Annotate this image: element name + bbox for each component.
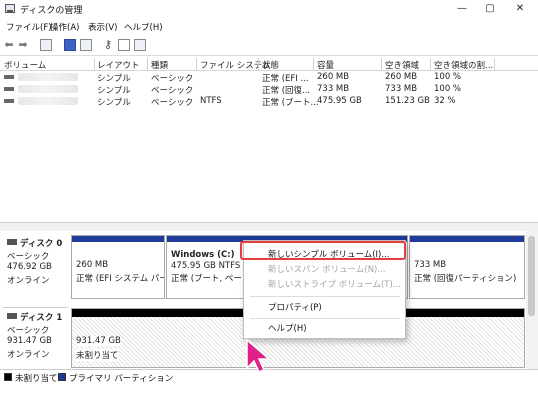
disk1-size: 931.47 GB <box>7 336 52 346</box>
close-button[interactable]: ✕ <box>510 2 530 16</box>
partition-size: 733 MB <box>414 260 447 270</box>
table-row[interactable]: シンプル ベーシック NTFS 正常 (ブート... 475.95 GB 151… <box>0 96 538 108</box>
back-icon[interactable]: ⬅ <box>3 39 15 51</box>
menu-item-new-striped-volume: 新しいストライプ ボリューム(T)... <box>268 280 401 290</box>
table-row[interactable]: シンプル ベーシック 正常 (EFI ... 260 MB 260 MB 100… <box>0 72 538 84</box>
cell-capacity: 260 MB <box>317 72 350 82</box>
cell-free-percent: 100 % <box>434 84 462 94</box>
cell-capacity: 733 MB <box>317 84 350 94</box>
col-capacity[interactable]: 容量 <box>317 59 334 71</box>
disk0-size: 476.92 GB <box>7 262 52 272</box>
disk-icon <box>7 239 17 245</box>
partition-size: 260 MB <box>76 260 109 270</box>
maximize-button[interactable]: ▢ <box>480 2 500 16</box>
cell-filesystem: NTFS <box>200 96 222 106</box>
unallocated-size: 931.47 GB <box>76 336 121 346</box>
cell-free-space: 151.23 GB <box>385 96 430 106</box>
cell-layout: シンプル <box>97 86 131 96</box>
disk1-name: ディスク 1 <box>20 313 63 323</box>
disk1-type: ベーシック <box>7 326 50 336</box>
col-type[interactable]: 種類 <box>151 59 168 71</box>
title-bar: ディスクの管理 — ▢ ✕ <box>0 0 538 18</box>
menu-item-properties[interactable]: プロパティ(P) <box>244 302 405 315</box>
partition-status: 正常 (EFI システム パーティ <box>76 274 164 284</box>
key-icon[interactable]: ⚷ <box>102 39 114 51</box>
toolbar: ⬅ ➡ ⚷ <box>0 35 538 56</box>
cell-capacity: 475.95 GB <box>317 96 362 106</box>
disk0-status: オンライン <box>7 276 50 286</box>
col-status[interactable]: 状態 <box>262 59 279 71</box>
forward-icon[interactable]: ➡ <box>17 39 29 51</box>
disk0-name: ディスク 0 <box>20 239 63 249</box>
cell-status: 正常 (EFI ... <box>262 74 309 84</box>
cell-layout: シンプル <box>97 74 131 84</box>
unallocated-label: 未割り当て <box>76 349 119 361</box>
volume-icon <box>4 99 14 103</box>
partition-name: Windows (C:) <box>171 250 235 260</box>
menu-file[interactable]: ファイル(F) <box>6 21 52 33</box>
cell-type: ベーシック <box>151 98 194 108</box>
col-free-space[interactable]: 空き領域 <box>385 59 419 71</box>
cell-status: 正常 (回復... <box>262 86 311 96</box>
disk0-label[interactable]: ディスク 0 ベーシック 476.92 GB オンライン <box>3 235 68 302</box>
partition-status: 正常 (ブート, ページ ファ <box>171 274 241 284</box>
menu-item-new-spanned-volume: 新しいスパン ボリューム(N)... <box>268 265 386 275</box>
col-layout[interactable]: レイアウト <box>97 59 140 71</box>
volume-list-header: ボリューム レイアウト 種類 ファイル システム 状態 容量 空き領域 空き領域… <box>0 58 538 71</box>
cell-free-percent: 32 % <box>434 96 456 106</box>
partition-recovery[interactable]: 733 MB 正常 (回復パーティション) <box>409 235 525 299</box>
disk1-label[interactable]: ディスク 1 ベーシック 931.47 GB オンライン <box>3 307 68 368</box>
disk0-type: ベーシック <box>7 252 50 262</box>
window-title: ディスクの管理 <box>20 6 83 16</box>
cell-status: 正常 (ブート... <box>262 98 319 108</box>
disk-management-app-icon <box>5 4 15 13</box>
volume-name-redacted <box>18 73 78 81</box>
unallocated-swatch <box>4 373 12 381</box>
minimize-button[interactable]: — <box>452 2 472 16</box>
highlight-box <box>240 241 406 260</box>
menu-action[interactable]: 操作(A) <box>50 21 79 33</box>
partition-size: 475.95 GB NTFS <box>171 261 241 271</box>
volume-icon <box>4 87 14 91</box>
scrollbar-thumb[interactable] <box>528 236 535 316</box>
console-tree-icon[interactable] <box>40 39 52 51</box>
cell-type: ベーシック <box>151 74 194 84</box>
cell-free-space: 260 MB <box>385 72 418 82</box>
primary-partition-bar <box>410 236 524 242</box>
col-free-percent[interactable]: 空き領域の割... <box>434 59 493 71</box>
cell-type: ベーシック <box>151 86 194 96</box>
checklist-icon[interactable] <box>118 39 130 51</box>
pointer-cursor-icon <box>246 338 272 373</box>
primary-partition-swatch <box>58 373 66 381</box>
volume-name-redacted <box>18 85 78 93</box>
menu-view[interactable]: 表示(V) <box>88 21 117 33</box>
disk1-status: オンライン <box>7 350 50 360</box>
primary-partition-bar <box>72 236 164 242</box>
view-icon[interactable] <box>134 39 146 51</box>
properties-icon[interactable] <box>80 39 92 51</box>
col-volume[interactable]: ボリューム <box>4 59 46 71</box>
menu-item-help[interactable]: ヘルプ(H) <box>244 323 405 336</box>
table-row[interactable]: シンプル ベーシック 正常 (回復... 733 MB 733 MB 100 % <box>0 84 538 96</box>
volume-icon <box>4 75 14 79</box>
col-filesystem[interactable]: ファイル システム <box>200 59 270 71</box>
cell-free-percent: 100 % <box>434 72 462 82</box>
help-icon[interactable] <box>64 39 76 51</box>
cell-free-space: 733 MB <box>385 84 418 94</box>
partition-status: 正常 (回復パーティション) <box>414 274 517 284</box>
menu-bar: ファイル(F) 操作(A) 表示(V) ヘルプ(H) <box>0 18 538 34</box>
menu-help[interactable]: ヘルプ(H) <box>124 21 163 33</box>
legend-primary-partition: プライマリ パーティション <box>69 374 174 384</box>
menu-separator <box>250 318 400 319</box>
cell-layout: シンプル <box>97 98 131 108</box>
partition-efi[interactable]: 260 MB 正常 (EFI システム パーティ <box>71 235 165 299</box>
volume-name-redacted <box>18 97 78 105</box>
disk-icon <box>7 313 17 319</box>
legend-unallocated: 未割り当て <box>15 374 58 384</box>
menu-separator <box>250 296 400 297</box>
